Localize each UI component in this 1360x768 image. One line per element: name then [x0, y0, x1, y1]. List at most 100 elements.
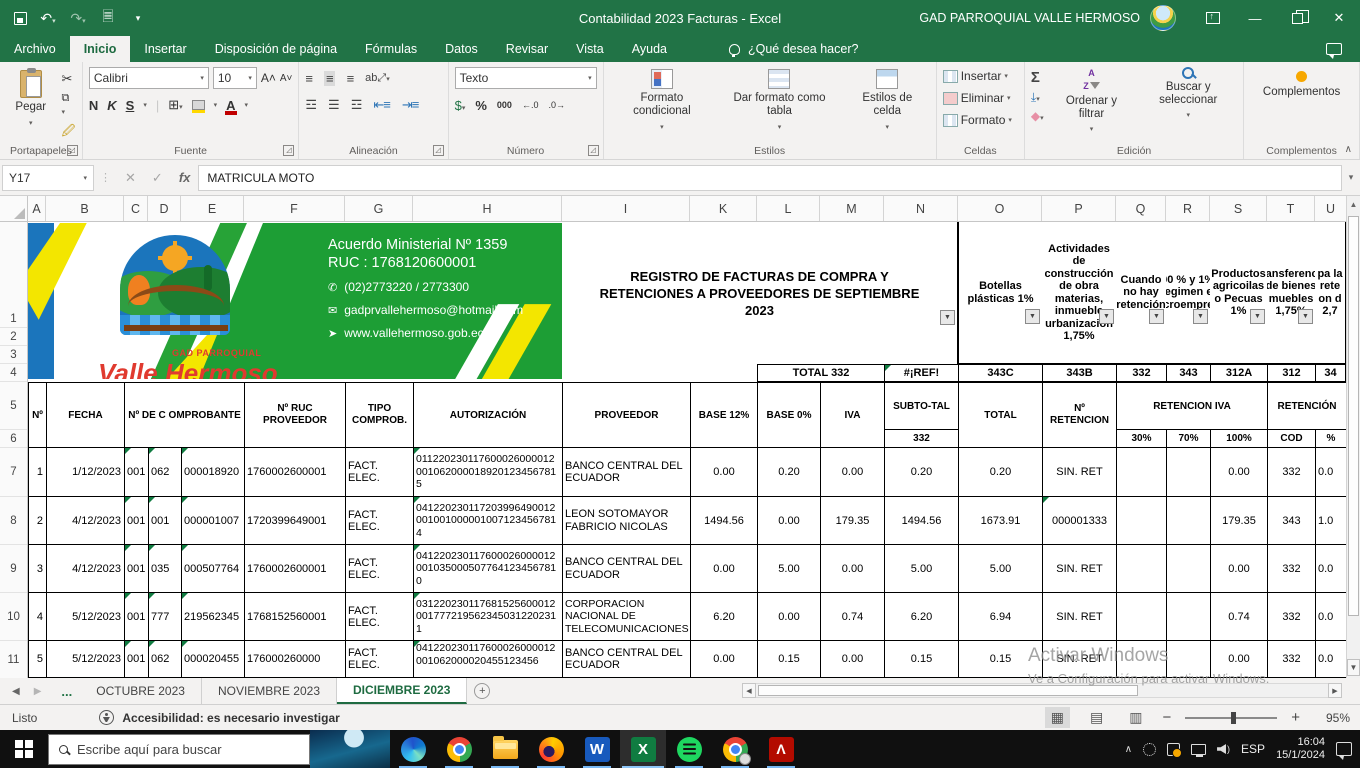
- row-7[interactable]: 7: [0, 448, 27, 497]
- cell-code-O[interactable]: 343C: [958, 364, 1043, 382]
- th-proveedor[interactable]: PROVEEDOR: [563, 383, 691, 448]
- accessibility-icon[interactable]: [99, 710, 114, 725]
- th-cod[interactable]: COD: [1268, 430, 1316, 448]
- col-Q[interactable]: Q: [1116, 196, 1166, 221]
- zoom-slider[interactable]: [1185, 717, 1277, 719]
- cell-cod[interactable]: 332: [1268, 448, 1316, 497]
- find-select-button[interactable]: Buscar y seleccionar▾: [1139, 67, 1237, 141]
- filter-dropdown-icon[interactable]: ▼: [940, 310, 955, 325]
- col-G[interactable]: G: [345, 196, 413, 221]
- row-3[interactable]: 3: [0, 346, 27, 364]
- cell-ruc[interactable]: 1720399649001: [245, 497, 346, 545]
- horizontal-scrollbar[interactable]: ◀ ▶: [742, 683, 1342, 698]
- cell-autorizacion[interactable]: 0412202301172039964900120010010000010071…: [414, 497, 563, 545]
- cell-tipo[interactable]: FACT. ELEC.: [346, 593, 414, 641]
- th-iva[interactable]: IVA: [821, 383, 885, 448]
- cell-fecha[interactable]: 4/12/2023: [47, 497, 125, 545]
- cell-n[interactable]: 2: [29, 497, 47, 545]
- underline-button[interactable]: S: [126, 98, 135, 113]
- cell-total[interactable]: 6.94: [959, 593, 1043, 641]
- th-subtotal-code[interactable]: 332: [885, 430, 959, 448]
- cell-ruc[interactable]: 1760002600001: [245, 545, 346, 593]
- cell-n[interactable]: 1: [29, 448, 47, 497]
- cell-base0[interactable]: 0.15: [758, 641, 821, 678]
- bold-button[interactable]: N: [89, 98, 98, 113]
- th-70[interactable]: 70%: [1167, 430, 1211, 448]
- autosum-icon[interactable]: Σ: [1031, 69, 1044, 86]
- comma-style-icon[interactable]: 000: [497, 100, 512, 110]
- currency-icon[interactable]: $▾: [455, 98, 466, 113]
- cell-ruc[interactable]: 1768152560001: [245, 593, 346, 641]
- cell-subtotal[interactable]: 1494.56: [885, 497, 959, 545]
- italic-button[interactable]: K: [107, 98, 116, 113]
- th-fecha[interactable]: FECHA: [47, 383, 125, 448]
- cell-code-Q[interactable]: 332: [1116, 364, 1167, 382]
- ret-header-S[interactable]: Productos agricoilas o Pecuas 1%▼: [1210, 222, 1268, 364]
- cell-base12[interactable]: 0.00: [691, 448, 758, 497]
- cell-pct[interactable]: 1.0: [1316, 497, 1346, 545]
- cell-r30[interactable]: [1117, 497, 1167, 545]
- th-comprobante[interactable]: Nº DE C OMPROBANTE: [125, 383, 245, 448]
- tab-datos[interactable]: Datos: [431, 36, 492, 62]
- cell-total[interactable]: 5.00: [959, 545, 1043, 593]
- account-name[interactable]: GAD PARROQUIAL VALLE HERMOSO: [919, 11, 1140, 25]
- cell-c3[interactable]: 000018920: [182, 448, 245, 497]
- cell-ruc[interactable]: 176000260000: [245, 641, 346, 678]
- cell-r70[interactable]: [1167, 545, 1211, 593]
- cell-base12[interactable]: 6.20: [691, 593, 758, 641]
- start-button[interactable]: [0, 730, 48, 768]
- row-4[interactable]: 4: [0, 364, 27, 382]
- cell-c2[interactable]: 035: [149, 545, 182, 593]
- th-total[interactable]: TOTAL: [959, 383, 1043, 448]
- formula-input[interactable]: MATRICULA MOTO: [198, 165, 1342, 191]
- col-R[interactable]: R: [1166, 196, 1210, 221]
- cell-code-T[interactable]: 312: [1267, 364, 1316, 382]
- col-C[interactable]: C: [124, 196, 148, 221]
- font-name-combo[interactable]: Calibri▾: [89, 67, 209, 89]
- font-dialog-launcher[interactable]: ◿: [283, 145, 294, 156]
- cell-proveedor[interactable]: LEON SOTOMAYOR FABRICIO NICOLAS: [563, 497, 691, 545]
- taskbar-chrome-profile[interactable]: [712, 730, 758, 768]
- cell-total[interactable]: 1673.91: [959, 497, 1043, 545]
- cell-base12[interactable]: 0.00: [691, 545, 758, 593]
- cell-fecha[interactable]: 5/12/2023: [47, 641, 125, 678]
- th-autorizacion[interactable]: AUTORIZACIÓN: [414, 383, 563, 448]
- volume-icon[interactable]: ): [1217, 744, 1230, 754]
- cell-styles-button[interactable]: Estilos de celda▾: [845, 67, 930, 141]
- format-cells-button[interactable]: Formato▾: [943, 111, 1012, 129]
- minimize-button[interactable]: —: [1234, 0, 1276, 36]
- cell-c2[interactable]: 001: [149, 497, 182, 545]
- horizontal-scroll-thumb[interactable]: [758, 685, 1138, 696]
- cell-r100[interactable]: 179.35: [1211, 497, 1268, 545]
- page-break-view-icon[interactable]: ▥: [1123, 707, 1148, 728]
- vertical-scroll-thumb[interactable]: [1348, 216, 1359, 616]
- row-6[interactable]: 6: [0, 430, 27, 448]
- cell-nret[interactable]: 000001333: [1043, 497, 1117, 545]
- cell-n[interactable]: 5: [29, 641, 47, 678]
- cell-fecha[interactable]: 4/12/2023: [47, 545, 125, 593]
- align-top-icon[interactable]: ≡: [305, 71, 312, 86]
- col-T[interactable]: T: [1267, 196, 1315, 221]
- cell-c2[interactable]: 777: [149, 593, 182, 641]
- increase-indent-icon[interactable]: ⇥≡: [402, 97, 418, 113]
- cell-total[interactable]: 0.20: [959, 448, 1043, 497]
- restore-button[interactable]: [1276, 0, 1318, 36]
- col-A[interactable]: A: [28, 196, 46, 221]
- network-icon[interactable]: [1191, 744, 1206, 755]
- cell-c1[interactable]: 001: [125, 545, 149, 593]
- cell-tipo[interactable]: FACT. ELEC.: [346, 448, 414, 497]
- col-D[interactable]: D: [148, 196, 181, 221]
- filter-dropdown-icon[interactable]: ▼: [1025, 309, 1040, 324]
- cell-nret[interactable]: SIN. RET: [1043, 448, 1117, 497]
- account-avatar[interactable]: [1150, 5, 1176, 31]
- col-S[interactable]: S: [1210, 196, 1267, 221]
- cancel-icon[interactable]: ✕: [125, 170, 136, 186]
- cell-ruc[interactable]: 1760002600001: [245, 448, 346, 497]
- format-as-table-button[interactable]: Dar formato como tabla▾: [720, 67, 839, 141]
- taskbar-acrobat[interactable]: Λ: [758, 730, 804, 768]
- cell-tipo[interactable]: FACT. ELEC.: [346, 641, 414, 678]
- cell-r70[interactable]: [1167, 593, 1211, 641]
- cell-autorizacion[interactable]: 0312202301176815256000120017772195623450…: [414, 593, 563, 641]
- cell-r30[interactable]: [1117, 545, 1167, 593]
- th-base12[interactable]: BASE 12%: [691, 383, 758, 448]
